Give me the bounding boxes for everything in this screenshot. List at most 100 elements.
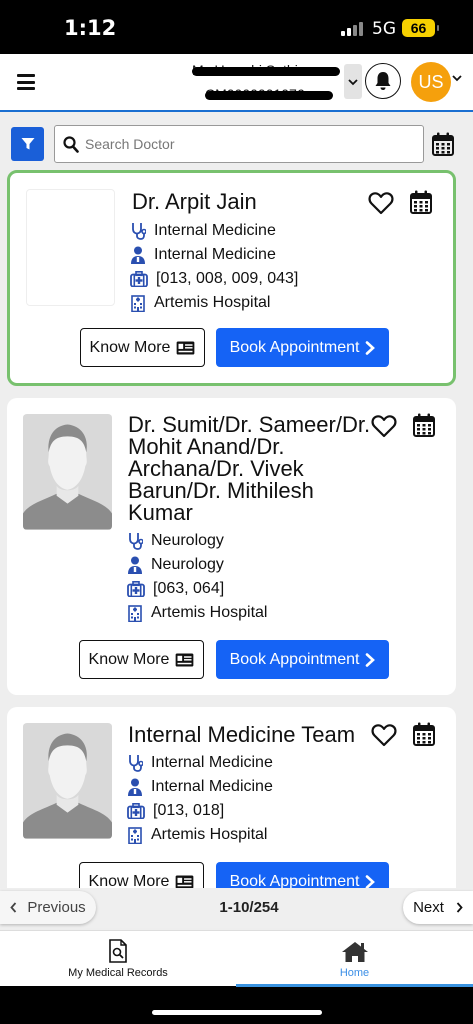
user-name[interactable]: Ms Urvashi Sethi...	[192, 62, 340, 80]
doctor-card[interactable]: Dr. Sumit/Dr. Sameer/Dr. Mohit Anand/Dr.…	[7, 398, 456, 695]
know-more-label: Know More	[88, 650, 170, 668]
doctor-card[interactable]: Dr. Arpit Jain Internal Medicine Interna…	[7, 170, 456, 386]
department-row: Internal Medicine	[130, 245, 276, 265]
hospital-icon	[127, 604, 143, 622]
heart-icon[interactable]	[371, 414, 397, 438]
network-type: 5G	[372, 19, 396, 39]
chevron-right-icon	[365, 341, 375, 355]
next-label: Next	[413, 899, 444, 916]
doctor-icon	[127, 778, 143, 796]
doctor-name: Internal Medicine Team	[128, 722, 356, 747]
department-row: Internal Medicine	[127, 777, 273, 797]
search-box[interactable]	[54, 125, 424, 163]
redaction-scribble	[205, 91, 333, 100]
doctor-card[interactable]: Internal Medicine Team Internal Medicine…	[7, 707, 456, 888]
calendar-icon[interactable]	[410, 190, 432, 214]
hospital-row: Artemis Hospital	[127, 825, 267, 845]
tab-medical-records[interactable]: My Medical Records	[0, 931, 236, 987]
search-icon	[63, 136, 79, 153]
signal-icon	[341, 22, 363, 36]
doctor-icon	[127, 556, 143, 574]
home-indicator	[152, 1010, 322, 1015]
book-appointment-label: Book Appointment	[229, 650, 360, 668]
status-bar: 1:12 5G 66	[0, 0, 473, 54]
hospital-row: Artemis Hospital	[127, 603, 267, 623]
next-button[interactable]: Next	[403, 891, 473, 924]
book-appointment-button[interactable]: Book Appointment	[216, 328, 389, 367]
heart-icon[interactable]	[371, 723, 397, 747]
speciality-row: Internal Medicine	[127, 753, 273, 773]
filter-button[interactable]	[11, 127, 44, 161]
chevron-right-icon	[365, 653, 375, 667]
department-text: Internal Medicine	[151, 778, 273, 795]
id-card-icon	[176, 341, 195, 355]
calendar-icon[interactable]	[413, 722, 435, 746]
codes-text: [013, 018]	[153, 802, 225, 819]
bell-glyph	[375, 72, 391, 90]
calendar-icon[interactable]	[432, 132, 454, 156]
know-more-button[interactable]: Know More	[80, 328, 205, 367]
id-card-icon	[175, 875, 194, 889]
doctor-name-line: Kumar	[128, 500, 193, 525]
previous-label: Previous	[27, 899, 86, 916]
menu-icon[interactable]	[17, 74, 35, 90]
speciality-text: Internal Medicine	[154, 222, 276, 239]
know-more-button[interactable]: Know More	[79, 862, 204, 888]
know-more-button[interactable]: Know More	[79, 640, 204, 679]
records-icon	[109, 939, 127, 963]
app-header: Ms Urvashi Sethi... CM0000001076 US	[0, 54, 473, 112]
chevron-down-icon[interactable]	[452, 74, 462, 82]
bottom-tab-bar: My Medical Records Home	[0, 930, 473, 987]
home-icon	[341, 942, 368, 962]
filter-icon	[21, 138, 34, 150]
hospital-row: Artemis Hospital	[130, 293, 270, 313]
chevron-left-icon	[10, 902, 17, 913]
id-card-icon	[175, 653, 194, 667]
doctor-photo	[26, 189, 115, 306]
user-dropdown-button[interactable]	[344, 64, 362, 99]
speciality-row: Internal Medicine	[130, 221, 276, 241]
previous-button[interactable]: Previous	[0, 891, 96, 924]
medical-kit-icon	[127, 803, 145, 819]
page-info: 1-10/254	[219, 899, 279, 916]
tab-medical-records-label: My Medical Records	[68, 967, 168, 979]
doctor-name-line: Barun/Dr. Mithilesh	[128, 478, 314, 503]
hospital-text: Artemis Hospital	[154, 294, 271, 311]
book-appointment-button[interactable]: Book Appointment	[216, 640, 389, 679]
department-text: Neurology	[151, 556, 224, 573]
book-appointment-button[interactable]: Book Appointment	[216, 862, 389, 888]
battery-icon: 66	[402, 19, 439, 37]
hospital-icon	[127, 826, 143, 844]
bell-icon[interactable]	[365, 63, 401, 99]
doctor-photo-placeholder	[23, 723, 112, 839]
avatar[interactable]: US	[411, 62, 451, 102]
tab-home[interactable]: Home	[236, 931, 473, 987]
pagination-bar: Previous 1-10/254 Next	[0, 888, 473, 928]
speciality-text: Neurology	[151, 532, 224, 549]
codes-text: [013, 008, 009, 043]	[156, 270, 299, 287]
stethoscope-icon	[127, 532, 143, 550]
department-row: Neurology	[127, 555, 224, 575]
codes-row: [013, 008, 009, 043]	[130, 269, 298, 289]
doctor-photo-placeholder	[23, 414, 112, 530]
calendar-icon[interactable]	[413, 413, 435, 437]
stethoscope-icon	[130, 222, 146, 240]
medical-kit-icon	[127, 581, 145, 597]
heart-icon[interactable]	[368, 191, 394, 215]
doctor-name-line: Dr. Sumit/Dr. Sameer/Dr.	[128, 412, 371, 437]
know-more-label: Know More	[88, 872, 170, 889]
search-input[interactable]	[85, 132, 415, 156]
doctor-name-line: Archana/Dr. Vivek	[128, 456, 304, 481]
hospital-icon	[130, 294, 146, 312]
doctor-icon	[130, 246, 146, 264]
chevron-right-icon	[456, 902, 463, 913]
codes-text: [063, 064]	[153, 580, 225, 597]
user-id[interactable]: CM0000001076	[205, 86, 333, 104]
book-appointment-label: Book Appointment	[229, 872, 360, 889]
hospital-text: Artemis Hospital	[151, 604, 268, 621]
app-screen: Ms Urvashi Sethi... CM0000001076 US Dr. …	[0, 54, 473, 987]
codes-row: [063, 064]	[127, 579, 224, 599]
codes-row: [013, 018]	[127, 801, 224, 821]
doctor-name: Dr. Sumit/Dr. Sameer/Dr. Mohit Anand/Dr.…	[128, 414, 370, 524]
book-appointment-label: Book Appointment	[229, 338, 360, 356]
